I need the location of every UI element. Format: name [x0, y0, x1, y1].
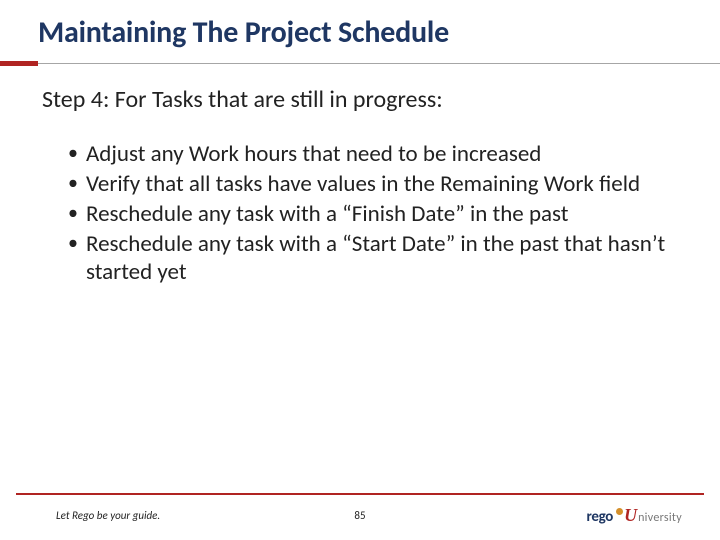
rego-university-logo: rego U niversity [587, 505, 682, 526]
logo-dot-icon [616, 508, 623, 515]
footer-rule [16, 493, 704, 495]
page-number: 85 [354, 509, 365, 522]
slide-title: Maintaining The Project Schedule [38, 14, 720, 51]
title-rule [0, 61, 720, 67]
footer-tagline: Let Rego be your guide. [56, 509, 160, 522]
logo-brand: rego [587, 508, 614, 526]
list-item: Verify that all tasks have values in the… [68, 170, 672, 198]
logo-suffix: niversity [638, 511, 682, 525]
list-item: Reschedule any task with a “Finish Date”… [68, 200, 672, 228]
logo-u: U [624, 505, 637, 526]
list-item: Adjust any Work hours that need to be in… [68, 140, 672, 168]
bullet-list: Adjust any Work hours that need to be in… [42, 140, 672, 286]
list-item: Reschedule any task with a “Start Date” … [68, 230, 672, 286]
step-heading: Step 4: For Tasks that are still in prog… [42, 85, 672, 114]
